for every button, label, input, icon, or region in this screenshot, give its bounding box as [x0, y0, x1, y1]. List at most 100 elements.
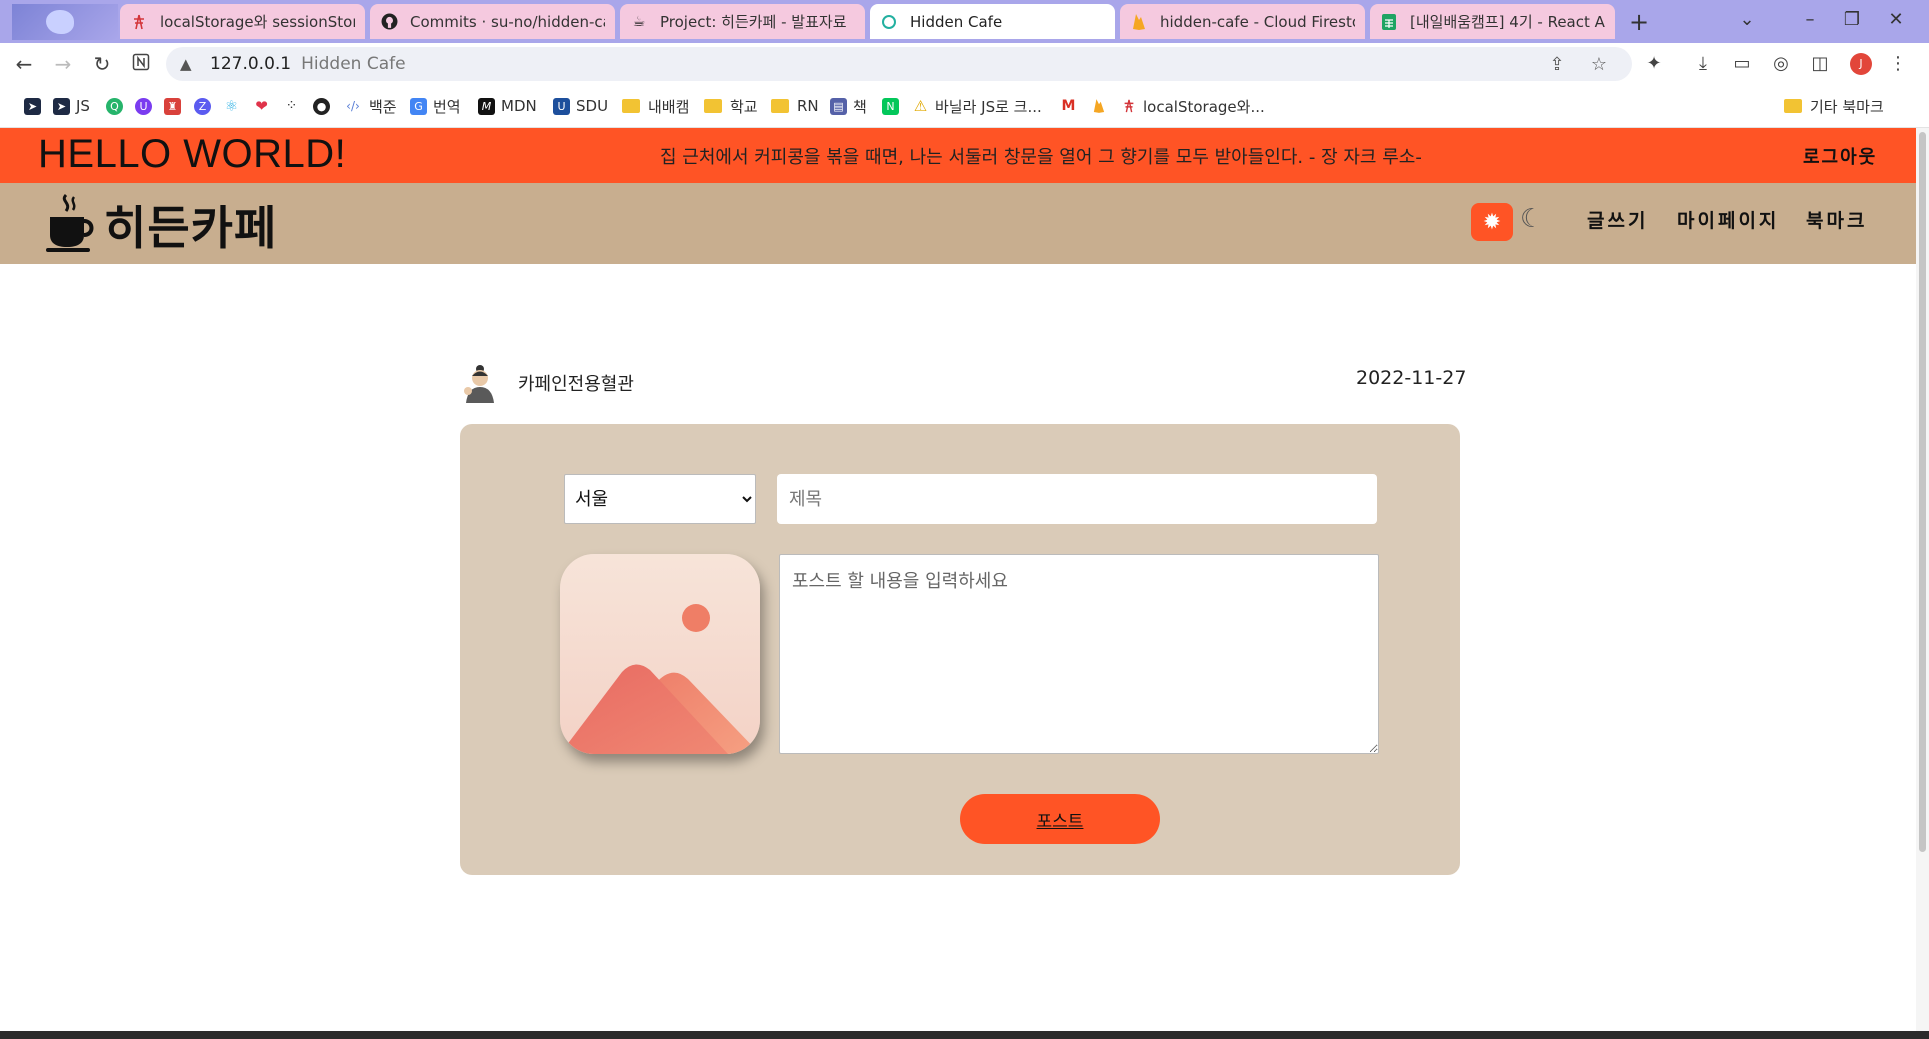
content-textarea[interactable]: [779, 554, 1379, 754]
address-bar[interactable]: ▲ 127.0.0.1 Hidden Cafe ⇪ ☆: [166, 47, 1632, 81]
share-icon[interactable]: ⇪: [1542, 50, 1572, 80]
tab-title: [내일배움캠프] 4기 - React A: [1410, 13, 1605, 31]
hello-world-heading: HELLO WORLD!: [38, 132, 347, 176]
react-icon: ⚛: [223, 97, 240, 115]
logout-button[interactable]: 로그아웃: [1803, 143, 1877, 169]
os-taskbar: [0, 1031, 1929, 1039]
notion-icon[interactable]: [127, 50, 155, 78]
red-app-icon: ♜: [164, 97, 181, 115]
light-mode-button[interactable]: ✹: [1471, 203, 1513, 241]
download-icon[interactable]: ⤓: [1689, 50, 1717, 78]
other-bookmarks-folder[interactable]: 기타 북마크: [1784, 95, 1884, 117]
bookmark-item[interactable]: Z: [194, 95, 217, 117]
bookmark-item[interactable]: N: [882, 95, 905, 117]
naver-icon: N: [882, 97, 899, 115]
firebase-icon: [1090, 97, 1107, 115]
browser-tab[interactable]: Commits · su-no/hidden-cafe: [370, 4, 615, 39]
bookmark-item[interactable]: ‹/› 백준: [343, 95, 397, 117]
forward-icon[interactable]: →: [49, 50, 77, 78]
post-author: 카페인전용혈관: [460, 363, 634, 403]
site-logo-text[interactable]: 히든카페: [104, 192, 277, 258]
page-scrollbar[interactable]: [1916, 128, 1929, 1039]
new-tab-button[interactable]: +: [1625, 8, 1653, 36]
heart-app-icon: ❤: [253, 97, 270, 115]
bookmark-item[interactable]: M MDN: [478, 95, 537, 117]
bookmark-item[interactable]: G 번역: [410, 95, 461, 117]
bookmark-item[interactable]: M: [1060, 95, 1083, 117]
region-select[interactable]: 서울: [564, 474, 756, 524]
restore-icon[interactable]: ❐: [1832, 5, 1872, 35]
github-icon: [380, 13, 398, 31]
translate-icon: G: [410, 97, 427, 115]
coffee-quote: 집 근처에서 커피콩을 볶을 때면, 나는 서둘러 창문을 열어 그 향기를 모…: [660, 147, 1422, 168]
book-icon: ▤: [830, 97, 847, 115]
cast-icon[interactable]: ▭: [1728, 50, 1756, 78]
folder-icon: [1784, 99, 1802, 113]
image-upload-button[interactable]: [560, 554, 760, 754]
not-secure-icon[interactable]: ▲: [180, 55, 198, 73]
address-host: 127.0.0.1: [210, 54, 292, 74]
screenshot-icon[interactable]: ◎: [1767, 50, 1795, 78]
bookmark-item[interactable]: ➤: [24, 95, 47, 117]
code-icon: ‹/›: [343, 97, 363, 115]
mdn-icon: M: [478, 97, 495, 115]
browser-tab[interactable]: hidden-cafe - Cloud Firestore: [1120, 4, 1365, 39]
folder-icon: [622, 99, 640, 113]
loading-icon: [880, 13, 898, 31]
nav-mypage-link[interactable]: 마이페이지: [1677, 206, 1779, 233]
tower-icon: [130, 13, 148, 31]
close-icon[interactable]: ✕: [1876, 5, 1916, 35]
bookmark-item[interactable]: localStorage와...: [1120, 95, 1265, 117]
bookmark-item[interactable]: U SDU: [553, 95, 608, 117]
bookmark-item[interactable]: [1090, 95, 1113, 117]
site-navbar: 히든카페 ✹ ☾ 글쓰기 마이페이지 북마크: [0, 183, 1916, 264]
bookmark-item[interactable]: ♜: [164, 95, 187, 117]
bookmark-item[interactable]: ⁘: [283, 95, 306, 117]
extensions-icon[interactable]: ✦: [1640, 50, 1668, 78]
back-icon[interactable]: ←: [10, 50, 38, 78]
bookmark-item[interactable]: ▤ 책: [830, 95, 867, 117]
browser-tab[interactable]: [내일배움캠프] 4기 - React A: [1370, 4, 1615, 39]
dark-mode-moon-icon[interactable]: ☾: [1520, 204, 1543, 234]
bookmark-item[interactable]: ❤: [253, 95, 276, 117]
sheets-icon: [1380, 13, 1398, 31]
tower-icon: [1120, 97, 1137, 115]
minimize-icon[interactable]: –: [1790, 5, 1830, 35]
bookmark-folder[interactable]: RN: [771, 95, 819, 117]
bookmark-star-icon[interactable]: ☆: [1584, 50, 1614, 80]
blue-app-icon: Z: [194, 97, 211, 115]
scrollbar-thumb[interactable]: [1919, 132, 1926, 852]
nav-write-link[interactable]: 글쓰기: [1587, 206, 1648, 233]
coffee-cup-logo-icon: [46, 193, 94, 252]
browser-tab[interactable]: localStorage와 sessionStorag: [120, 4, 365, 39]
nav-bookmark-link[interactable]: 북마크: [1806, 206, 1867, 233]
bookmark-item[interactable]: U: [135, 95, 158, 117]
bookmark-item[interactable]: ⚛: [223, 95, 246, 117]
dots-icon: ⁘: [283, 97, 300, 115]
title-input[interactable]: [777, 474, 1377, 524]
tab-search-icon[interactable]: ⌄: [1727, 5, 1767, 35]
post-submit-button[interactable]: 포스트: [960, 794, 1160, 844]
bookmark-item[interactable]: ⚠ 바닐라 JS로 크...: [912, 95, 1042, 117]
browser-tab-active[interactable]: Hidden Cafe: [870, 4, 1115, 39]
bookmark-item[interactable]: ➤ JS: [53, 95, 90, 117]
gmail-icon: M: [1060, 97, 1077, 115]
bookmark-folder[interactable]: 학교: [704, 95, 758, 117]
menu-kebab-icon[interactable]: ⋮: [1884, 50, 1912, 78]
folder-icon: [771, 99, 789, 113]
bookmark-item[interactable]: Q: [106, 95, 129, 117]
bookmark-item[interactable]: ●: [313, 95, 336, 117]
profile-avatar[interactable]: J: [1850, 53, 1872, 75]
image-placeholder-icon: [560, 604, 760, 754]
side-panel-icon[interactable]: ◫: [1806, 50, 1834, 78]
browser-tab[interactable]: ☕ Project: 히든카페 - 발표자료: [620, 4, 865, 39]
sun-icon: ✹: [1482, 209, 1502, 235]
browser-toolbar: ← → ↻ ▲ 127.0.0.1 Hidden Cafe ⇪ ☆ ✦ ⤓ ▭ …: [0, 43, 1929, 84]
reload-icon[interactable]: ↻: [88, 50, 116, 78]
tab-title: Commits · su-no/hidden-cafe: [410, 12, 605, 31]
bookmark-app-icon: ➤: [24, 97, 41, 115]
tab-title: hidden-cafe - Cloud Firestore: [1160, 12, 1355, 31]
sdu-icon: U: [553, 97, 570, 115]
coffee-icon: ☕: [632, 13, 646, 30]
bookmark-folder[interactable]: 내배캠: [622, 95, 689, 117]
